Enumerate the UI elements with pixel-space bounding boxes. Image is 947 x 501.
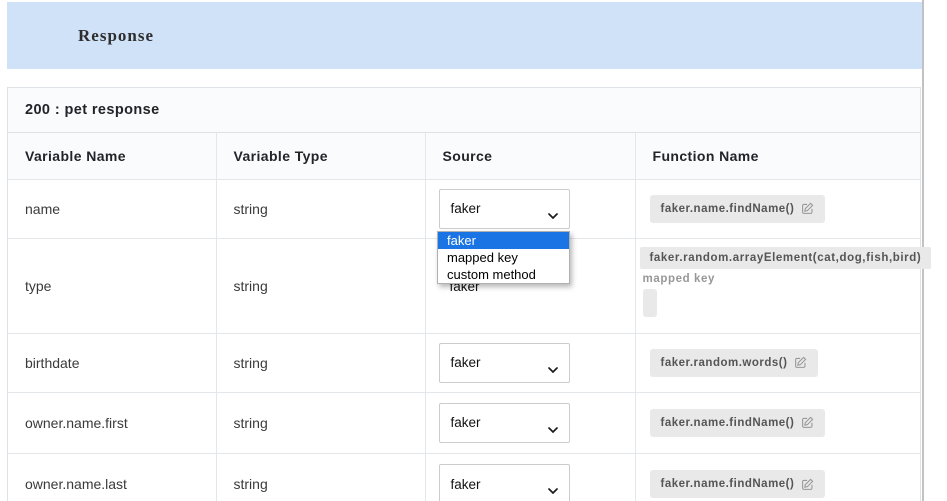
source-select-value: faker [451, 355, 481, 370]
variables-table: Variable Name Variable Type Source Funct… [8, 133, 920, 501]
page-title: Response [78, 26, 154, 46]
function-badge: faker.random.words() [650, 349, 819, 377]
response-code-title: 200 : pet response [25, 102, 160, 118]
function-badge: faker.name.findName() [650, 409, 826, 437]
variable-name-cell: owner.name.last [8, 453, 216, 501]
function-name-text: faker.name.findName() [661, 478, 795, 490]
source-secondary-label: mapped key [643, 272, 913, 286]
chevron-down-icon [548, 207, 558, 222]
col-header-variable-type: Variable Type [216, 133, 425, 179]
dropdown-option-custom-method[interactable]: custom method [438, 266, 569, 283]
response-panel: 200 : pet response Variable Name Variabl… [7, 87, 921, 501]
function-badge: faker.name.findName() [650, 195, 826, 223]
response-header-band: Response [7, 2, 922, 69]
variable-name-cell: owner.name.first [8, 392, 216, 453]
function-badge: faker.random.arrayElement(cat,dog,fish,b… [640, 247, 932, 269]
table-row: owner.name.first string faker faker.name… [8, 392, 920, 453]
chevron-down-icon [548, 361, 558, 376]
empty-function-badge [643, 289, 657, 317]
function-badge: faker.name.findName() [650, 470, 826, 498]
edit-icon[interactable] [801, 416, 814, 429]
source-select-value: faker [451, 201, 481, 216]
dropdown-option-mapped-key[interactable]: mapped key [438, 249, 569, 266]
source-select-value: faker [451, 477, 481, 492]
chevron-down-icon [548, 482, 558, 497]
variable-type-cell: string [216, 333, 425, 392]
source-select[interactable]: faker [439, 403, 570, 443]
variable-name-cell: birthdate [8, 333, 216, 392]
col-header-function-name: Function Name [635, 133, 920, 179]
source-select[interactable]: faker [439, 189, 570, 229]
source-select-value: faker [451, 415, 481, 430]
function-name-text: faker.random.words() [661, 357, 788, 369]
table-row: birthdate string faker faker.random.word… [8, 333, 920, 392]
source-dropdown-list: faker mapped key custom method [437, 231, 570, 284]
source-select[interactable]: faker [439, 343, 570, 383]
function-name-text: faker.name.findName() [661, 417, 795, 429]
variable-type-cell: string [216, 179, 425, 238]
dropdown-option-faker[interactable]: faker [438, 232, 569, 249]
variable-type-cell: string [216, 392, 425, 453]
col-header-source: Source [425, 133, 635, 179]
edit-icon[interactable] [801, 202, 814, 215]
col-header-variable-name: Variable Name [8, 133, 216, 179]
table-header-row: Variable Name Variable Type Source Funct… [8, 133, 920, 179]
edit-icon[interactable] [801, 478, 814, 491]
table-row: name string faker faker.name.findName() [8, 179, 920, 238]
variable-type-cell: string [216, 238, 425, 333]
chevron-down-icon [548, 421, 558, 436]
response-code-row: 200 : pet response [8, 88, 920, 133]
variable-type-cell: string [216, 453, 425, 501]
source-select[interactable]: faker [439, 464, 570, 501]
variable-name-cell: type [8, 238, 216, 333]
function-name-text: faker.name.findName() [661, 203, 795, 215]
variable-name-cell: name [8, 179, 216, 238]
table-row: owner.name.last string faker faker.name.… [8, 453, 920, 501]
edit-icon[interactable] [794, 356, 807, 369]
